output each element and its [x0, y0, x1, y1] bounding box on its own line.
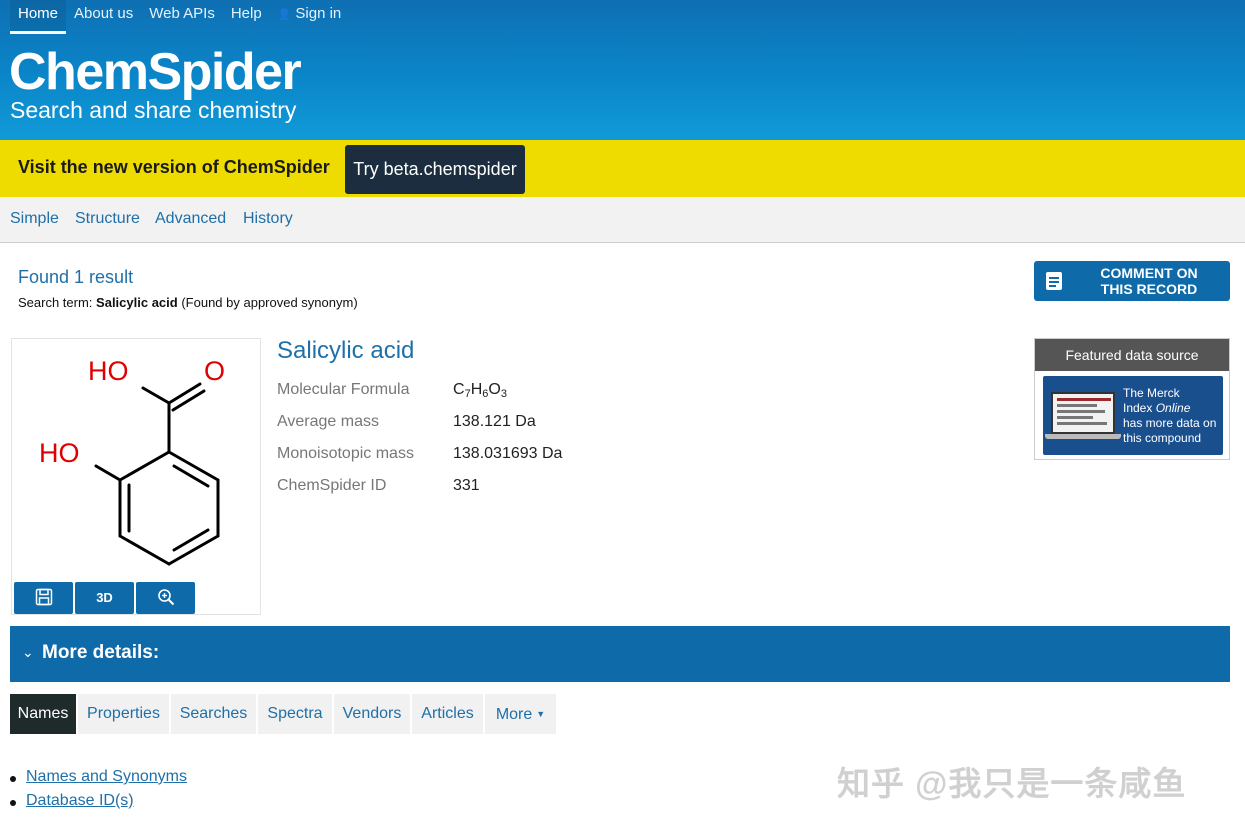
names-links: Names and Synonyms Database ID(s): [8, 768, 187, 816]
structure-panel: HO O HO 3D: [11, 338, 261, 615]
search-term-line: Search term: Salicylic acid (Found by ap…: [18, 295, 358, 310]
laptop-icon: [1051, 392, 1115, 434]
prop-value-formula: C7H6O3: [453, 381, 507, 400]
sign-in-label: Sign in: [295, 5, 342, 22]
tab-spectra[interactable]: Spectra: [258, 694, 332, 734]
link-names-and-synonyms[interactable]: Names and Synonyms: [26, 768, 187, 785]
user-icon: 👤: [277, 9, 292, 21]
tab-more[interactable]: More ▼: [485, 694, 556, 734]
tab-vendors[interactable]: Vendors: [334, 694, 410, 734]
atom-label-o: O: [204, 356, 225, 386]
prop-label-monoisotopic-mass: Monoisotopic mass: [277, 445, 414, 462]
result-count: Found 1 result: [18, 267, 134, 287]
tab-properties[interactable]: Properties: [78, 694, 169, 734]
nav-home[interactable]: Home: [10, 0, 67, 34]
list-item: Database ID(s): [8, 792, 187, 816]
zoom-structure-button[interactable]: [136, 582, 195, 614]
top-nav: Home About us Web APIs Help 👤 Sign in: [10, 0, 349, 34]
atom-label-ho-left: HO: [39, 438, 80, 468]
beta-banner: Visit the new version of ChemSpider: [0, 140, 1245, 197]
zoom-icon: [157, 589, 174, 606]
molecule-structure[interactable]: HO O HO: [12, 339, 262, 579]
laptop-base: [1045, 434, 1121, 439]
tagline: Search and share chemistry: [10, 97, 297, 123]
site-header: Home About us Web APIs Help 👤 Sign in Che…: [0, 0, 1245, 140]
search-term: Salicylic acid: [96, 295, 178, 310]
prop-value-average-mass: 138.121 Da: [453, 413, 536, 430]
tab-searches[interactable]: Searches: [171, 694, 256, 734]
more-details-toggle[interactable]: ⌄ More details:: [10, 626, 1230, 682]
search-type-bar: Simple Structure Advanced History: [0, 197, 1245, 243]
tab-more-label: More: [495, 706, 533, 723]
watermark: 知乎 @我只是一条咸鱼: [837, 765, 1187, 802]
atom-label-ho-top: HO: [88, 356, 129, 386]
nav-about-us[interactable]: About us: [66, 0, 141, 34]
search-term-note: (Found by approved synonym): [181, 295, 358, 310]
search-term-prefix: Search term:: [18, 295, 93, 310]
banner-text: Visit the new version of ChemSpider: [18, 157, 330, 177]
search-tab-advanced[interactable]: Advanced: [155, 210, 226, 228]
save-icon: [35, 588, 52, 606]
nav-sign-in[interactable]: 👤 Sign in: [270, 0, 350, 34]
comment-on-record-button[interactable]: COMMENT ON THIS RECORD: [1034, 261, 1230, 301]
prop-label-chemspider-id: ChemSpider ID: [277, 477, 387, 494]
caret-down-icon: ▼: [536, 709, 546, 719]
featured-heading: Featured data source: [1035, 339, 1229, 371]
more-details-label: More details:: [42, 642, 160, 663]
prop-label-average-mass: Average mass: [277, 413, 379, 430]
prop-label-formula: Molecular Formula: [277, 381, 410, 398]
link-database-ids[interactable]: Database ID(s): [26, 792, 134, 809]
document-icon: [1046, 272, 1062, 290]
chevron-down-icon: ⌄: [22, 644, 34, 660]
compound-name: Salicylic acid: [277, 337, 415, 364]
tab-names[interactable]: Names: [10, 694, 76, 734]
search-tab-history[interactable]: History: [243, 210, 293, 228]
view-3d-button[interactable]: 3D: [75, 582, 134, 614]
comment-button-label: COMMENT ON THIS RECORD: [1100, 265, 1198, 297]
prop-value-monoisotopic-mass: 138.031693 Da: [453, 445, 563, 462]
search-tab-structure[interactable]: Structure: [75, 210, 140, 228]
featured-data-source: Featured data source The Merck Index Onl…: [1034, 338, 1230, 460]
search-tab-simple[interactable]: Simple: [10, 210, 59, 228]
prop-value-chemspider-id: 331: [453, 477, 480, 494]
save-structure-button[interactable]: [14, 582, 73, 614]
nav-help[interactable]: Help: [223, 0, 270, 34]
merck-index-ad[interactable]: The Merck Index Online has more data on …: [1043, 376, 1223, 455]
merck-text: The Merck Index Online has more data on …: [1123, 386, 1217, 445]
nav-web-apis[interactable]: Web APIs: [141, 0, 223, 34]
try-beta-button[interactable]: Try beta.chemspider: [345, 145, 525, 194]
chemspider-logo[interactable]: ChemSpider: [9, 42, 302, 102]
list-item: Names and Synonyms: [8, 768, 187, 792]
tab-articles[interactable]: Articles: [412, 694, 483, 734]
